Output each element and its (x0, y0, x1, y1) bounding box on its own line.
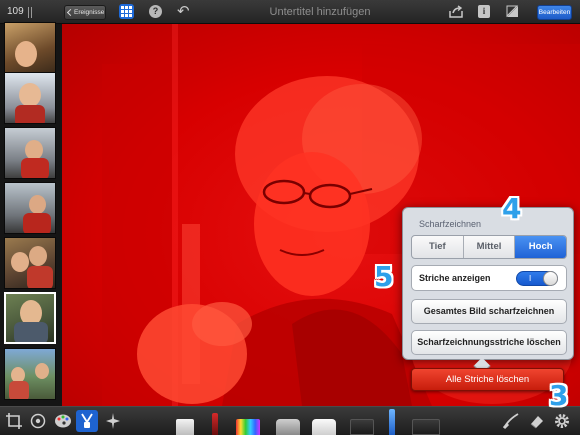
popover-title: Scharfzeichnen (419, 219, 482, 229)
events-back-button[interactable]: Ereignisse (64, 5, 106, 20)
share-icon[interactable] (449, 5, 463, 18)
brush-tool-gray[interactable] (276, 419, 300, 435)
filmstrip[interactable] (0, 22, 62, 406)
brush-tool-red[interactable] (212, 413, 218, 435)
crop-icon[interactable] (5, 412, 23, 430)
brush-tool-rainbow[interactable] (236, 419, 260, 435)
brush-tool-black[interactable] (412, 419, 440, 435)
brush-icon[interactable] (76, 410, 98, 432)
brush-tool-light[interactable] (312, 419, 336, 435)
effects-icon[interactable] (104, 412, 122, 430)
compare-icon[interactable] (506, 5, 519, 18)
show-strokes-row: Striche anzeigen I (411, 265, 567, 291)
photo-count-button[interactable]: 109 (5, 5, 38, 19)
brush-tool-sharpen-active[interactable] (389, 409, 395, 435)
grid-icon[interactable] (119, 4, 134, 19)
toggle-on-indicator: I (529, 274, 532, 283)
annotation-number-5: 5 (374, 260, 394, 293)
thumbnail-6-selected[interactable] (4, 292, 56, 344)
strength-low-option[interactable]: Tief (412, 236, 464, 258)
sharpen-popover: Scharfzeichnen Tief Mittel Hoch Striche … (402, 207, 574, 360)
brush-tool-white[interactable] (176, 419, 194, 435)
thumbnail-1[interactable] (4, 22, 56, 74)
strength-segmented-control: Tief Mittel Hoch (411, 235, 567, 259)
rotate-icon[interactable] (29, 412, 47, 430)
toggle-knob (543, 271, 558, 286)
eraser-icon[interactable] (528, 412, 546, 430)
thumbnail-2[interactable] (4, 72, 56, 124)
delete-all-strokes-button[interactable]: Alle Striche löschen (411, 368, 564, 391)
annotation-number-3: 3 (549, 379, 569, 412)
show-strokes-label: Striche anzeigen (419, 273, 491, 283)
info-icon[interactable]: i (478, 5, 490, 18)
brush-tool-dark[interactable] (350, 419, 374, 435)
undo-icon[interactable]: ↶ (177, 3, 190, 20)
photo-count-label: 109 (7, 6, 24, 17)
edit-button[interactable]: Bearbeiten (537, 5, 572, 20)
clear-sharpen-strokes-button[interactable]: Scharfzeichnungsstriche löschen (411, 330, 567, 355)
palette-icon[interactable] (54, 412, 72, 430)
thumbnail-5[interactable] (4, 237, 56, 289)
thumbnail-4[interactable] (4, 182, 56, 234)
thumbnail-7[interactable] (4, 348, 56, 400)
strength-medium-option[interactable]: Mittel (464, 236, 516, 258)
brush-stroke-icon[interactable] (502, 412, 520, 430)
help-icon[interactable]: ? (149, 5, 162, 18)
show-strokes-toggle[interactable]: I (516, 271, 558, 286)
grip-icon (27, 6, 32, 18)
thumbnail-3[interactable] (4, 127, 56, 179)
gear-icon[interactable] (553, 412, 571, 430)
bottom-toolbar (0, 406, 580, 435)
top-toolbar: 109 Ereignisse ? ↶ Untertitel hinzufügen… (0, 0, 580, 24)
annotation-number-4: 4 (502, 192, 522, 225)
caption-title[interactable]: Untertitel hinzufügen (250, 4, 390, 20)
sharpen-entire-image-button[interactable]: Gesamtes Bild scharfzeichnen (411, 299, 567, 324)
strength-high-option[interactable]: Hoch (515, 236, 566, 258)
